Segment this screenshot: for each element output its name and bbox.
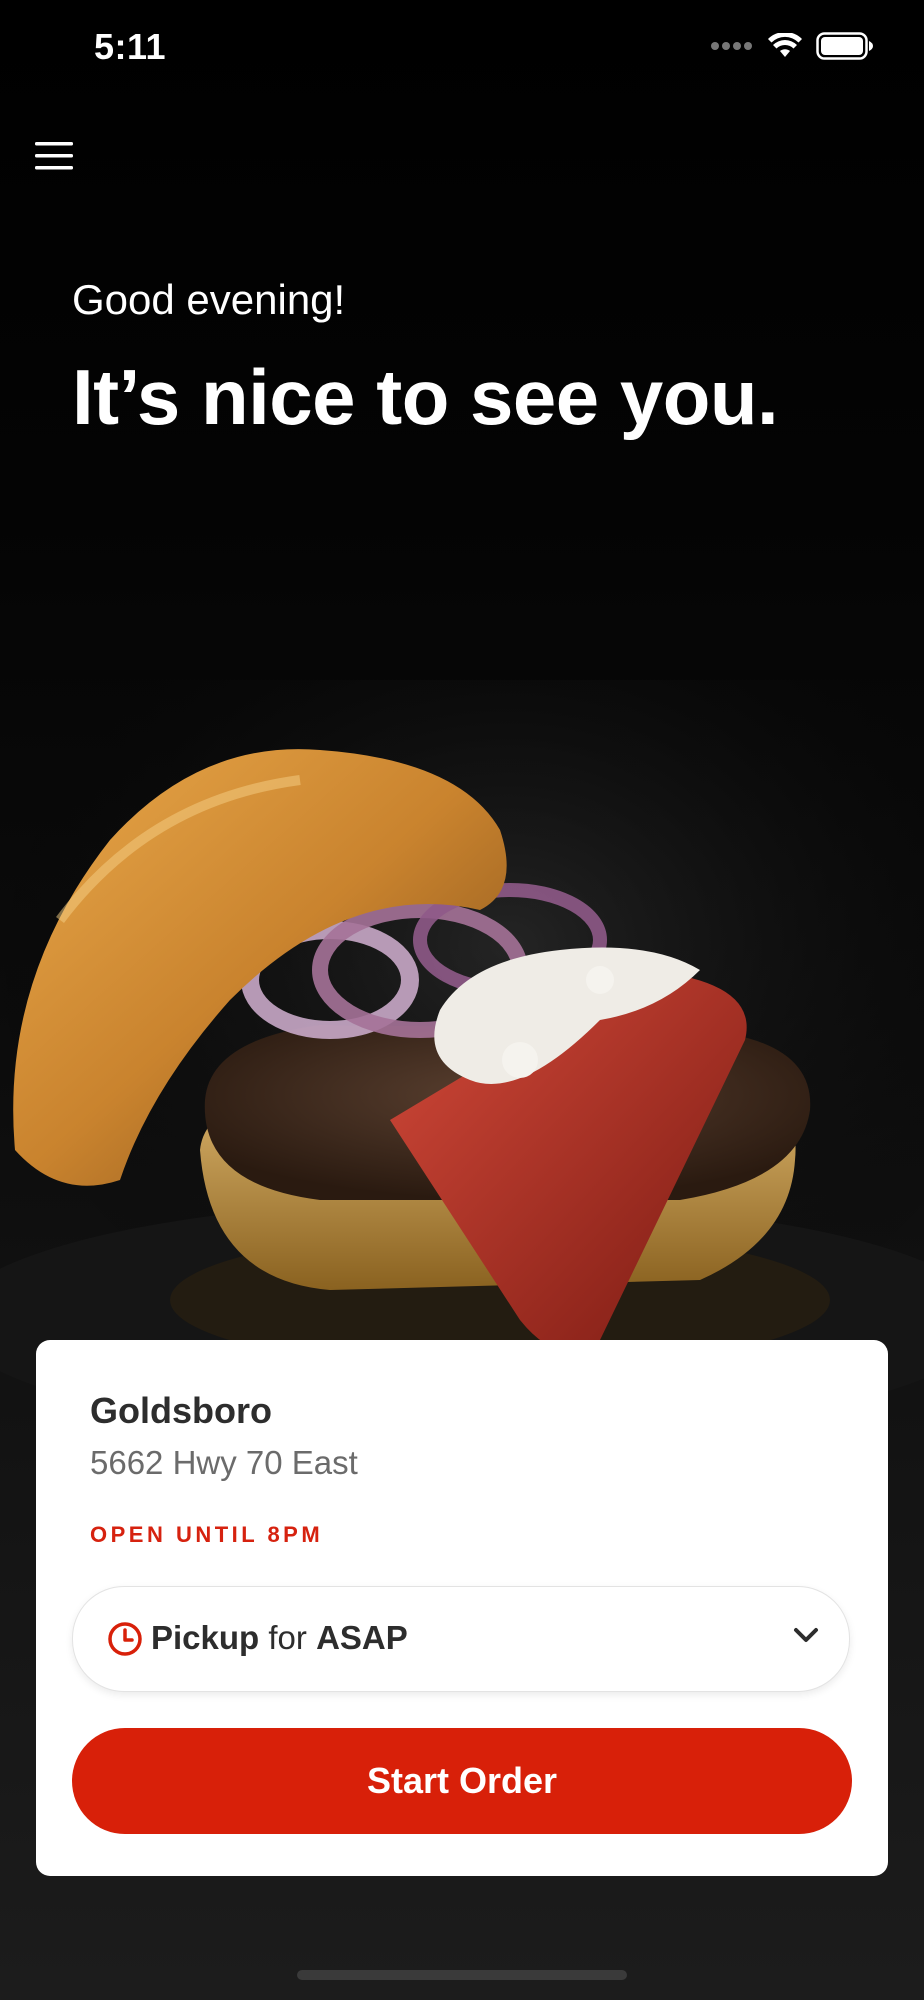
status-icons [710,32,874,60]
home-indicator [297,1970,627,1980]
clock-icon [108,1622,142,1656]
location-hours: OPEN UNTIL 8PM [90,1522,324,1547]
location-address: 5662 Hwy 70 East [90,1444,358,1481]
hero-burger-image [0,680,924,1440]
location-name: Goldsboro [90,1390,272,1431]
chevron-down-icon [794,1628,818,1642]
order-card: Goldsboro 5662 Hwy 70 East OPEN UNTIL 8P… [36,1340,888,1876]
order-mode-connector: for [268,1619,307,1656]
greeting-text: Good evening! [72,276,346,323]
order-time-label: ASAP [316,1619,408,1656]
order-mode-text: Pickup for ASAP [151,1619,408,1657]
hamburger-icon [35,142,73,170]
signal-icon [711,42,752,50]
order-mode-selector[interactable]: Pickup for ASAP [72,1586,850,1692]
menu-button[interactable] [30,132,78,180]
start-order-button[interactable]: Start Order [72,1728,852,1834]
order-mode-label: Pickup [151,1619,260,1656]
home-screen: 5:11 Good evening! It’s nice to see you. [0,0,924,2000]
wifi-icon [768,33,802,57]
headline-text: It’s nice to see you. [72,353,779,441]
battery-icon [816,32,873,60]
status-time: 5:11 [94,26,167,67]
